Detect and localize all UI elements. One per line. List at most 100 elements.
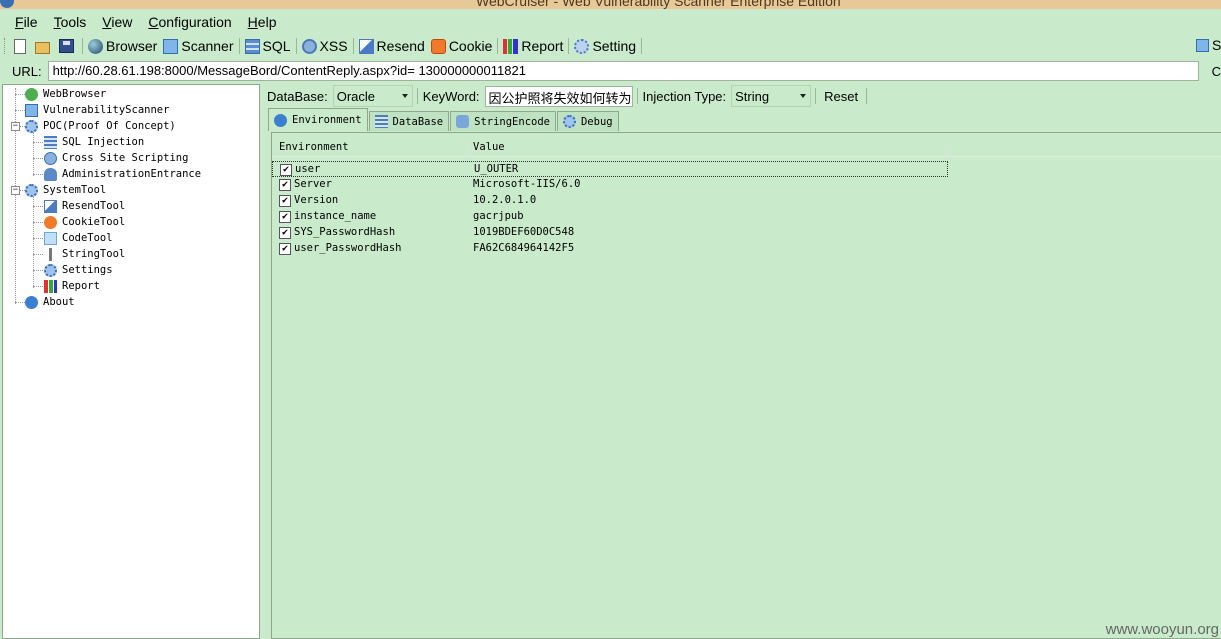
xss-button[interactable]: XSS xyxy=(299,36,351,56)
open-button[interactable] xyxy=(32,36,56,56)
tree-item-label: StringTool xyxy=(62,248,126,260)
tree-item-codetool[interactable]: CodeTool xyxy=(44,230,113,246)
expand-toggle-systemtool[interactable]: − xyxy=(11,186,20,195)
list-header: Environment Value xyxy=(272,141,1221,157)
tree-item-webbrowser[interactable]: WebBrowser xyxy=(25,86,106,102)
tree-item-cross-site-scripting[interactable]: Cross Site Scripting xyxy=(44,150,188,166)
tree-item-stringtool[interactable]: StringTool xyxy=(44,246,125,262)
menu-view[interactable]: View xyxy=(102,14,132,30)
tab-database[interactable]: DataBase xyxy=(368,111,450,131)
toolbar-separator xyxy=(352,38,354,54)
menu-tools[interactable]: Tools xyxy=(54,14,87,30)
chevron-down-icon xyxy=(800,94,807,98)
gear-icon xyxy=(25,119,38,133)
list-item[interactable]: ✔ user U_OUTER xyxy=(272,161,948,177)
injection-type-label: Injection Type: xyxy=(642,88,727,104)
env-name: Server xyxy=(294,178,332,190)
url-input[interactable]: http://60.28.61.198:8000/MessageBord/Con… xyxy=(47,61,1199,81)
injection-type-select[interactable]: String xyxy=(731,85,812,107)
report-button[interactable]: Report xyxy=(500,36,566,56)
save-button[interactable] xyxy=(56,36,80,56)
scanner-button[interactable]: Scanner xyxy=(160,36,236,56)
tree-item-report[interactable]: Report xyxy=(44,278,100,294)
cookie-icon xyxy=(44,215,57,229)
column-divider[interactable] xyxy=(468,141,469,157)
setting-button[interactable]: Setting xyxy=(571,36,639,56)
tree-item-poc[interactable]: POC(Proof Of Concept) xyxy=(25,118,176,134)
window-title: WebCruiser - Web Vulnerability Scanner E… xyxy=(476,0,841,9)
tree-connector xyxy=(33,206,43,207)
resend-label: Resend xyxy=(376,38,425,54)
env-value: Microsoft-IIS/6.0 xyxy=(473,178,581,190)
env-value: 1019BDEF60D0C548 xyxy=(473,226,575,238)
tree-item-systemtool[interactable]: SystemTool xyxy=(25,182,106,198)
column-header-environment[interactable]: Environment xyxy=(279,141,349,153)
expand-toggle-poc[interactable]: − xyxy=(11,122,20,131)
tree-item-about[interactable]: About xyxy=(25,294,75,310)
injection-filter-bar: DataBase: Oracle KeyWord: 因公护照将失效如何转为个 I… xyxy=(262,84,1221,108)
row-checkbox[interactable]: ✔ xyxy=(279,227,291,239)
tree-item-vulnerability-scanner[interactable]: VulnerabilityScanner xyxy=(25,102,169,118)
gear-icon xyxy=(44,263,57,277)
list-item[interactable]: ✔ instance_name gacrjpub xyxy=(272,209,948,225)
database-select[interactable]: Oracle xyxy=(332,85,413,107)
tab-debug[interactable]: Debug xyxy=(556,111,619,131)
tree-item-label: Report xyxy=(62,280,100,292)
list-item[interactable]: ✔ user_PasswordHash FA62C684964142F5 xyxy=(272,241,948,257)
column-divider[interactable] xyxy=(946,141,947,157)
row-checkbox[interactable]: ✔ xyxy=(279,179,291,191)
new-button[interactable] xyxy=(11,36,32,56)
reset-button[interactable]: Reset xyxy=(824,89,858,104)
env-value: 10.2.0.1.0 xyxy=(473,194,537,206)
row-checkbox[interactable]: ✔ xyxy=(280,164,292,176)
xss-icon xyxy=(301,38,317,54)
tree-item-label: Cross Site Scripting xyxy=(62,152,189,164)
toolbar-separator xyxy=(497,38,499,54)
list-item[interactable]: ✔ Version 10.2.0.1.0 xyxy=(272,193,948,209)
menu-file[interactable]: File xyxy=(15,14,38,30)
tree-item-label: SQL Injection xyxy=(62,136,145,148)
tab-label: Debug xyxy=(580,115,613,128)
open-folder-icon xyxy=(35,41,50,54)
tab-label: StringEncode xyxy=(474,115,550,128)
go-button[interactable]: C xyxy=(1212,64,1221,79)
tree-item-administration-entrance[interactable]: AdministrationEntrance xyxy=(44,166,201,182)
app-icon xyxy=(0,0,14,8)
tree-item-cookietool[interactable]: CookieTool xyxy=(44,214,125,230)
tree-connector xyxy=(15,94,25,95)
sql-button[interactable]: SQL xyxy=(242,36,294,56)
tree-item-sql-injection[interactable]: SQL Injection xyxy=(44,134,144,150)
tab-label: DataBase xyxy=(392,115,444,128)
toolbar-grip[interactable] xyxy=(4,38,7,54)
tab-stringencode[interactable]: StringEncode xyxy=(450,111,556,131)
toolbar-separator xyxy=(82,38,83,54)
overflow-label: S xyxy=(1212,37,1221,53)
tree-item-resendtool[interactable]: ResendTool xyxy=(44,198,125,214)
row-checkbox[interactable]: ✔ xyxy=(279,195,291,207)
env-name: user_PasswordHash xyxy=(294,242,402,254)
database-select-value: Oracle xyxy=(336,88,375,104)
tree-item-label: CodeTool xyxy=(62,232,113,244)
menu-help[interactable]: Help xyxy=(248,14,277,30)
resend-button[interactable]: Resend xyxy=(356,36,428,56)
save-icon xyxy=(59,39,74,53)
browser-button[interactable]: Browser xyxy=(85,36,160,56)
list-item[interactable]: ✔ SYS_PasswordHash 1019BDEF60D0C548 xyxy=(272,225,948,241)
tab-label: Environment xyxy=(292,114,362,126)
plug-icon xyxy=(44,247,57,261)
menu-configuration[interactable]: Configuration xyxy=(148,14,231,30)
tree-item-label: VulnerabilityScanner xyxy=(43,104,170,116)
row-checkbox[interactable]: ✔ xyxy=(279,243,291,255)
tree-connector xyxy=(33,238,43,239)
setting-label: Setting xyxy=(592,38,637,54)
column-header-value[interactable]: Value xyxy=(473,141,505,153)
tree-item-settings[interactable]: Settings xyxy=(44,262,113,278)
tab-environment[interactable]: Environment xyxy=(268,108,368,131)
toolbar-overflow-button[interactable]: S xyxy=(1196,37,1221,53)
cookie-label: Cookie xyxy=(448,38,493,54)
row-checkbox[interactable]: ✔ xyxy=(279,211,291,223)
list-item[interactable]: ✔ Server Microsoft-IIS/6.0 xyxy=(272,177,948,193)
keyword-input[interactable]: 因公护照将失效如何转为个 xyxy=(484,85,633,107)
scanner-icon xyxy=(1196,38,1209,52)
cookie-button[interactable]: Cookie xyxy=(428,36,496,56)
